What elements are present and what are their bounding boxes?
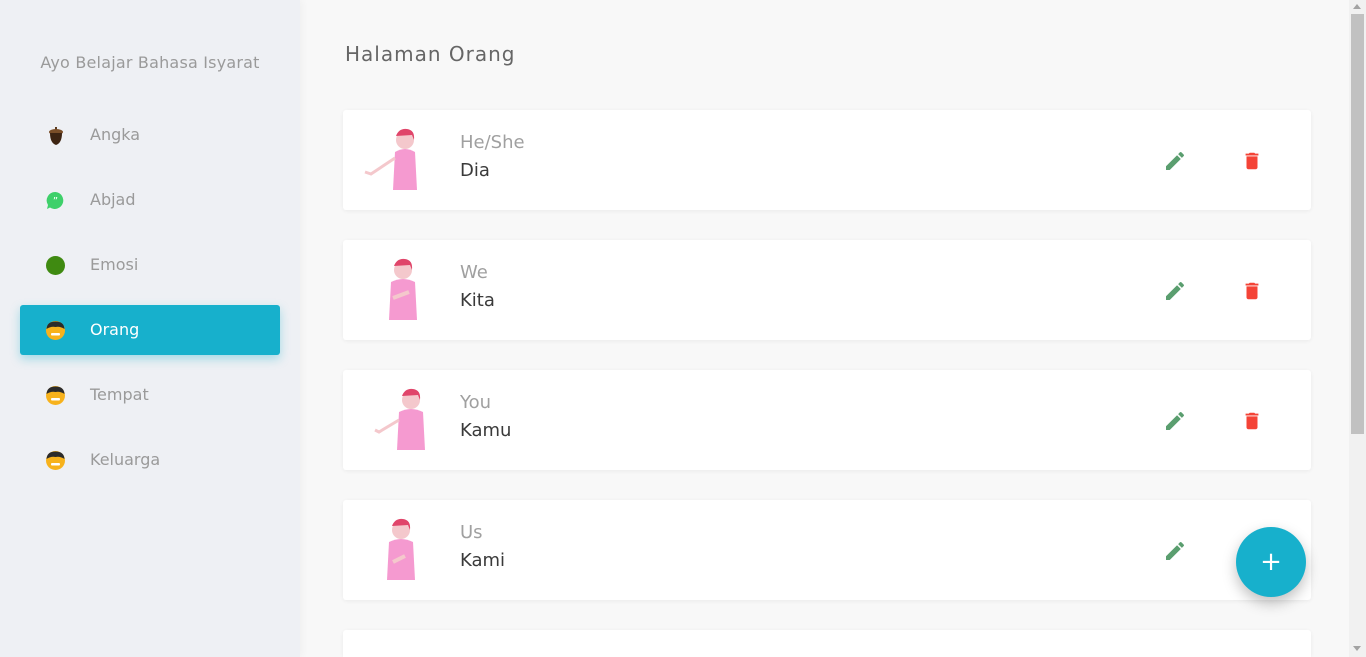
english-word: He/She — [460, 132, 525, 153]
indonesian-word: Dia — [460, 160, 490, 181]
trash-icon — [1245, 282, 1259, 300]
person-face-icon — [46, 451, 65, 470]
pencil-icon — [1166, 281, 1185, 300]
trash-icon — [1245, 412, 1259, 430]
sidebar-item-angka[interactable]: Angka — [20, 110, 280, 160]
sidebar-item-abjad[interactable]: ” Abjad — [20, 175, 280, 225]
edit-button[interactable] — [1163, 409, 1187, 433]
indonesian-word: Kita — [460, 290, 495, 311]
edit-button[interactable] — [1163, 539, 1187, 563]
indonesian-word: Kami — [460, 550, 506, 571]
sidebar-item-tempat[interactable]: Tempat — [20, 370, 280, 420]
pencil-icon — [1166, 541, 1185, 560]
scroll-up-arrow-icon[interactable] — [1353, 4, 1361, 9]
chat-bubble-icon: ” — [46, 191, 65, 210]
acorn-icon — [46, 126, 65, 145]
edit-button[interactable] — [1163, 279, 1187, 303]
delete-button[interactable] — [1241, 279, 1263, 303]
list-item: He/She Dia — [343, 110, 1311, 210]
sidebar-item-orang[interactable]: Orang — [20, 305, 280, 355]
plus-icon: + — [1260, 547, 1282, 577]
sign-illustration — [363, 258, 433, 322]
sidebar-item-keluarga[interactable]: Keluarga — [20, 435, 280, 485]
sidebar-item-label: Emosi — [90, 255, 139, 274]
sign-illustration — [363, 650, 433, 657]
sidebar: Ayo Belajar Bahasa Isyarat Angka ” Abjad… — [0, 0, 300, 657]
sidebar-item-emosi[interactable]: Emosi — [20, 240, 280, 290]
indonesian-word: Kamu — [460, 420, 512, 441]
list-item: We Kita — [343, 240, 1311, 340]
delete-button[interactable] — [1241, 409, 1263, 433]
sign-illustration — [363, 518, 433, 582]
list-item: Us Kami — [343, 500, 1311, 600]
delete-button[interactable] — [1241, 149, 1263, 173]
scroll-down-arrow-icon[interactable] — [1353, 646, 1361, 651]
person-face-icon — [46, 386, 65, 405]
english-word: Us — [460, 522, 483, 543]
page-title: Halaman Orang — [345, 42, 516, 66]
svg-text:”: ” — [53, 196, 58, 207]
add-button[interactable]: + — [1236, 527, 1306, 597]
list-item — [343, 630, 1311, 657]
scrollbar[interactable] — [1349, 0, 1366, 657]
trash-icon — [1245, 152, 1259, 170]
sidebar-item-label: Keluarga — [90, 450, 161, 469]
sidebar-item-label: Orang — [90, 320, 140, 339]
sidebar-item-label: Angka — [90, 125, 141, 144]
brand-title: Ayo Belajar Bahasa Isyarat — [40, 53, 260, 72]
pencil-icon — [1166, 151, 1185, 170]
english-word: We — [460, 262, 488, 283]
sidebar-item-label: Tempat — [90, 385, 149, 404]
sign-illustration — [363, 388, 433, 452]
pencil-icon — [1166, 411, 1185, 430]
list-item: You Kamu — [343, 370, 1311, 470]
person-face-icon — [46, 321, 65, 340]
scroll-thumb[interactable] — [1351, 14, 1364, 434]
sidebar-item-label: Abjad — [90, 190, 136, 209]
sign-illustration — [363, 128, 433, 192]
english-word: You — [460, 392, 492, 413]
circle-icon — [46, 256, 65, 275]
edit-button[interactable] — [1163, 149, 1187, 173]
